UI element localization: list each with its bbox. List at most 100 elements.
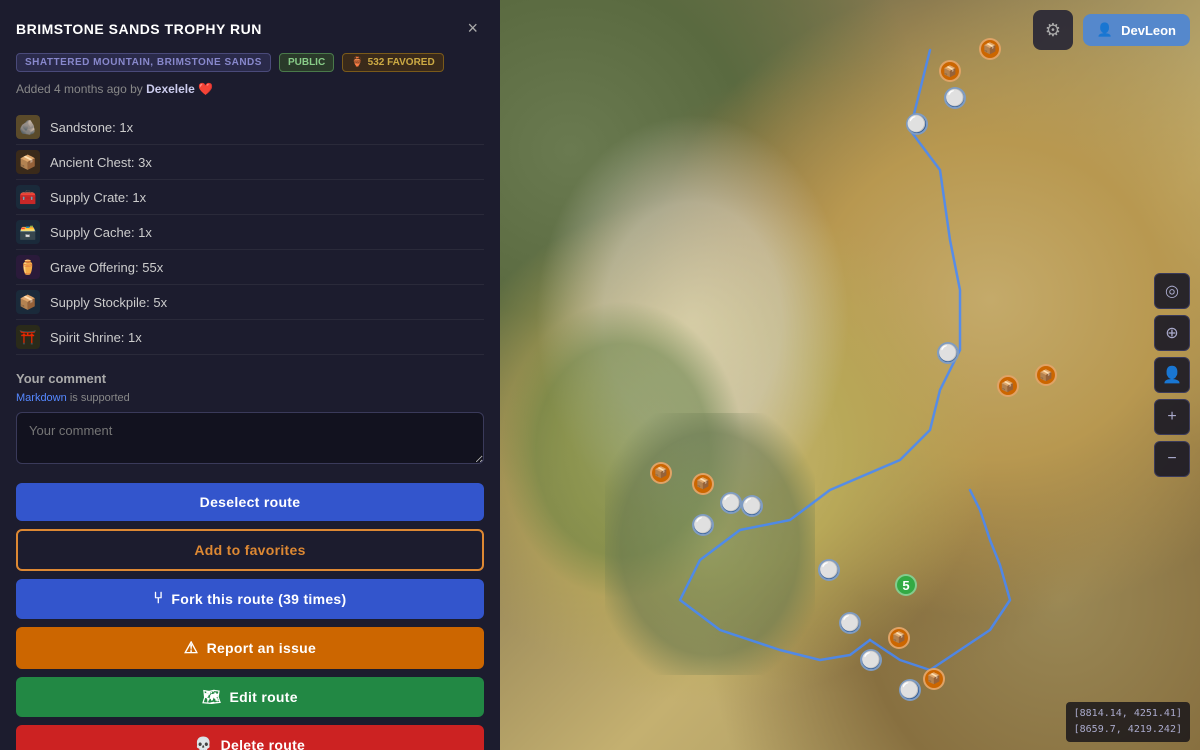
item-label: Sandstone: 1x <box>50 120 133 135</box>
marker-icon: ⚪ <box>938 343 958 363</box>
zoom-out-icon: − <box>1167 450 1176 468</box>
person-button[interactable]: 👤 <box>1154 357 1190 393</box>
added-text: Added 4 months ago by <box>16 82 143 96</box>
map-marker-2[interactable]: 📦 <box>979 38 1001 60</box>
map-marker-6[interactable]: 📦 <box>997 375 1019 397</box>
terrain-green2 <box>605 413 815 676</box>
tag-favored: 🏺 532 FAVORED <box>342 53 444 72</box>
edit-route-button[interactable]: 🗺 Edit route <box>16 677 484 717</box>
item-label: Spirit Shrine: 1x <box>50 330 142 345</box>
map-marker-4[interactable]: ⚪ <box>906 113 928 135</box>
locate-icon: ◎ <box>1165 281 1179 301</box>
marker-icon: ⚪ <box>861 650 881 670</box>
user-avatar-icon: 👤 <box>1097 22 1113 38</box>
map-marker-5[interactable]: ⚪ <box>937 342 959 364</box>
favored-count: 532 FAVORED <box>368 57 435 68</box>
item-label: Grave Offering: 55x <box>50 260 163 275</box>
item-row: 🗃️Supply Cache: 1x <box>16 215 484 250</box>
map-top-controls: ⚙ 👤 DevLeon <box>1033 10 1190 50</box>
item-icon-supply: 🧰 <box>16 185 40 209</box>
delete-route-button[interactable]: 💀 Delete route <box>16 725 484 750</box>
username-label: DevLeon <box>1121 23 1176 38</box>
item-row: ⛩️Spirit Shrine: 1x <box>16 320 484 355</box>
tags-row: SHATTERED MOUNTAIN, BRIMSTONE SANDS PUBL… <box>16 53 484 72</box>
report-icon: ⚠ <box>184 638 199 658</box>
item-row: 🧰 Supply Crate: 1x <box>16 180 484 215</box>
map-marker-19[interactable]: 📦 <box>923 668 945 690</box>
marker-icon: 📦 <box>943 65 957 78</box>
item-row: 🪨 Sandstone: 1x <box>16 110 484 145</box>
zoom-out-button[interactable]: − <box>1154 441 1190 477</box>
map-marker-1[interactable]: 📦 <box>939 60 961 82</box>
coords-line2: [8659.7, 4219.242] <box>1074 722 1182 738</box>
map-marker-12[interactable]: ⚪ <box>692 514 714 536</box>
report-issue-button[interactable]: ⚠ Report an issue <box>16 627 484 669</box>
item-row: ⚱️ Grave Offering: 55x <box>16 250 484 285</box>
map-marker-11[interactable]: ⚪ <box>741 495 763 517</box>
map-marker-15[interactable]: ⚪ <box>839 612 861 634</box>
favored-icon: 🏺 <box>351 57 363 68</box>
map-right-controls: ◎ ⊕ 👤 + − <box>1154 273 1190 477</box>
map-area[interactable]: 📦 📦 ⚪ ⚪ ⚪ 📦 📦 📦 📦 ⚪ ⚪ ⚪ ⚪ 5 ⚪ 📦 <box>500 0 1200 750</box>
item-icon-sandstone: 🪨 <box>16 115 40 139</box>
panel-title: BRIMSTONE SANDS TROPHY RUN <box>16 21 262 37</box>
marker-icon: 📦 <box>983 42 997 55</box>
markdown-link[interactable]: Markdown <box>16 392 67 404</box>
marker-icon: 📦 <box>696 477 710 490</box>
comment-section: Your comment Markdown is supported <box>16 371 484 469</box>
close-button[interactable]: × <box>461 16 484 41</box>
item-label: Supply Crate: 1x <box>50 190 146 205</box>
marker-icon: ⚪ <box>945 88 965 108</box>
tag-location: SHATTERED MOUNTAIN, BRIMSTONE SANDS <box>16 53 271 72</box>
edit-label: Edit route <box>230 689 298 705</box>
person-icon: 👤 <box>1162 365 1182 385</box>
map-coordinates: [8814.14, 4251.41] [8659.7, 4219.242] <box>1066 702 1190 742</box>
markdown-suffix: is supported <box>70 392 130 404</box>
map-marker-7[interactable]: 📦 <box>1035 364 1057 386</box>
username: Dexelele <box>146 82 195 96</box>
settings-icon: ⚙ <box>1045 20 1061 41</box>
map-marker-18[interactable]: ⚪ <box>899 679 921 701</box>
delete-icon: 💀 <box>195 736 213 750</box>
settings-button[interactable]: ⚙ <box>1033 10 1073 50</box>
zoom-in-button[interactable]: + <box>1154 399 1190 435</box>
heart-icon: ❤️ <box>198 82 213 96</box>
side-panel: BRIMSTONE SANDS TROPHY RUN × SHATTERED M… <box>0 0 500 750</box>
edit-icon: 🗺 <box>202 688 221 706</box>
map-marker-14[interactable]: 5 <box>895 574 917 596</box>
fork-label: Fork this route (39 times) <box>171 591 346 607</box>
comment-input[interactable] <box>16 412 484 464</box>
deselect-route-button[interactable]: Deselect route <box>16 483 484 521</box>
compass-icon: ⊕ <box>1165 323 1178 343</box>
marker-icon: ⚪ <box>907 114 927 134</box>
map-marker-9[interactable]: 📦 <box>692 473 714 495</box>
map-marker-16[interactable]: 📦 <box>888 627 910 649</box>
map-marker-17[interactable]: ⚪ <box>860 649 882 671</box>
locate-button[interactable]: ◎ <box>1154 273 1190 309</box>
added-by: Added 4 months ago by Dexelele ❤️ <box>16 82 484 96</box>
marker-icon: ⚪ <box>819 560 839 580</box>
map-marker-13[interactable]: ⚪ <box>818 559 840 581</box>
marker-icon: 📦 <box>654 466 668 479</box>
delete-label: Delete route <box>221 737 306 750</box>
user-account-button[interactable]: 👤 DevLeon <box>1083 14 1190 46</box>
marker-icon: 5 <box>902 578 909 593</box>
markdown-note: Markdown is supported <box>16 392 484 404</box>
item-row: 📦Ancient Chest: 3x <box>16 145 484 180</box>
item-icon-cache: 🗃️ <box>16 220 40 244</box>
marker-icon: 📦 <box>927 672 941 685</box>
fork-route-button[interactable]: ⑂ Fork this route (39 times) <box>16 579 484 619</box>
marker-icon: 📦 <box>892 631 906 644</box>
map-marker-10[interactable]: ⚪ <box>720 492 742 514</box>
tag-public: PUBLIC <box>279 53 334 72</box>
item-label: Supply Stockpile: 5x <box>50 295 167 310</box>
marker-icon: ⚪ <box>693 515 713 535</box>
marker-icon: 📦 <box>1001 380 1015 393</box>
map-marker-3[interactable]: ⚪ <box>944 87 966 109</box>
add-favorites-button[interactable]: Add to favorites <box>16 529 484 571</box>
items-list: 🪨 Sandstone: 1x 📦Ancient Chest: 3x 🧰 Supply … <box>16 110 484 355</box>
map-marker-8[interactable]: 📦 <box>650 462 672 484</box>
item-icon-grave: ⚱️ <box>16 255 40 279</box>
comment-label: Your comment <box>16 371 484 386</box>
compass-button[interactable]: ⊕ <box>1154 315 1190 351</box>
